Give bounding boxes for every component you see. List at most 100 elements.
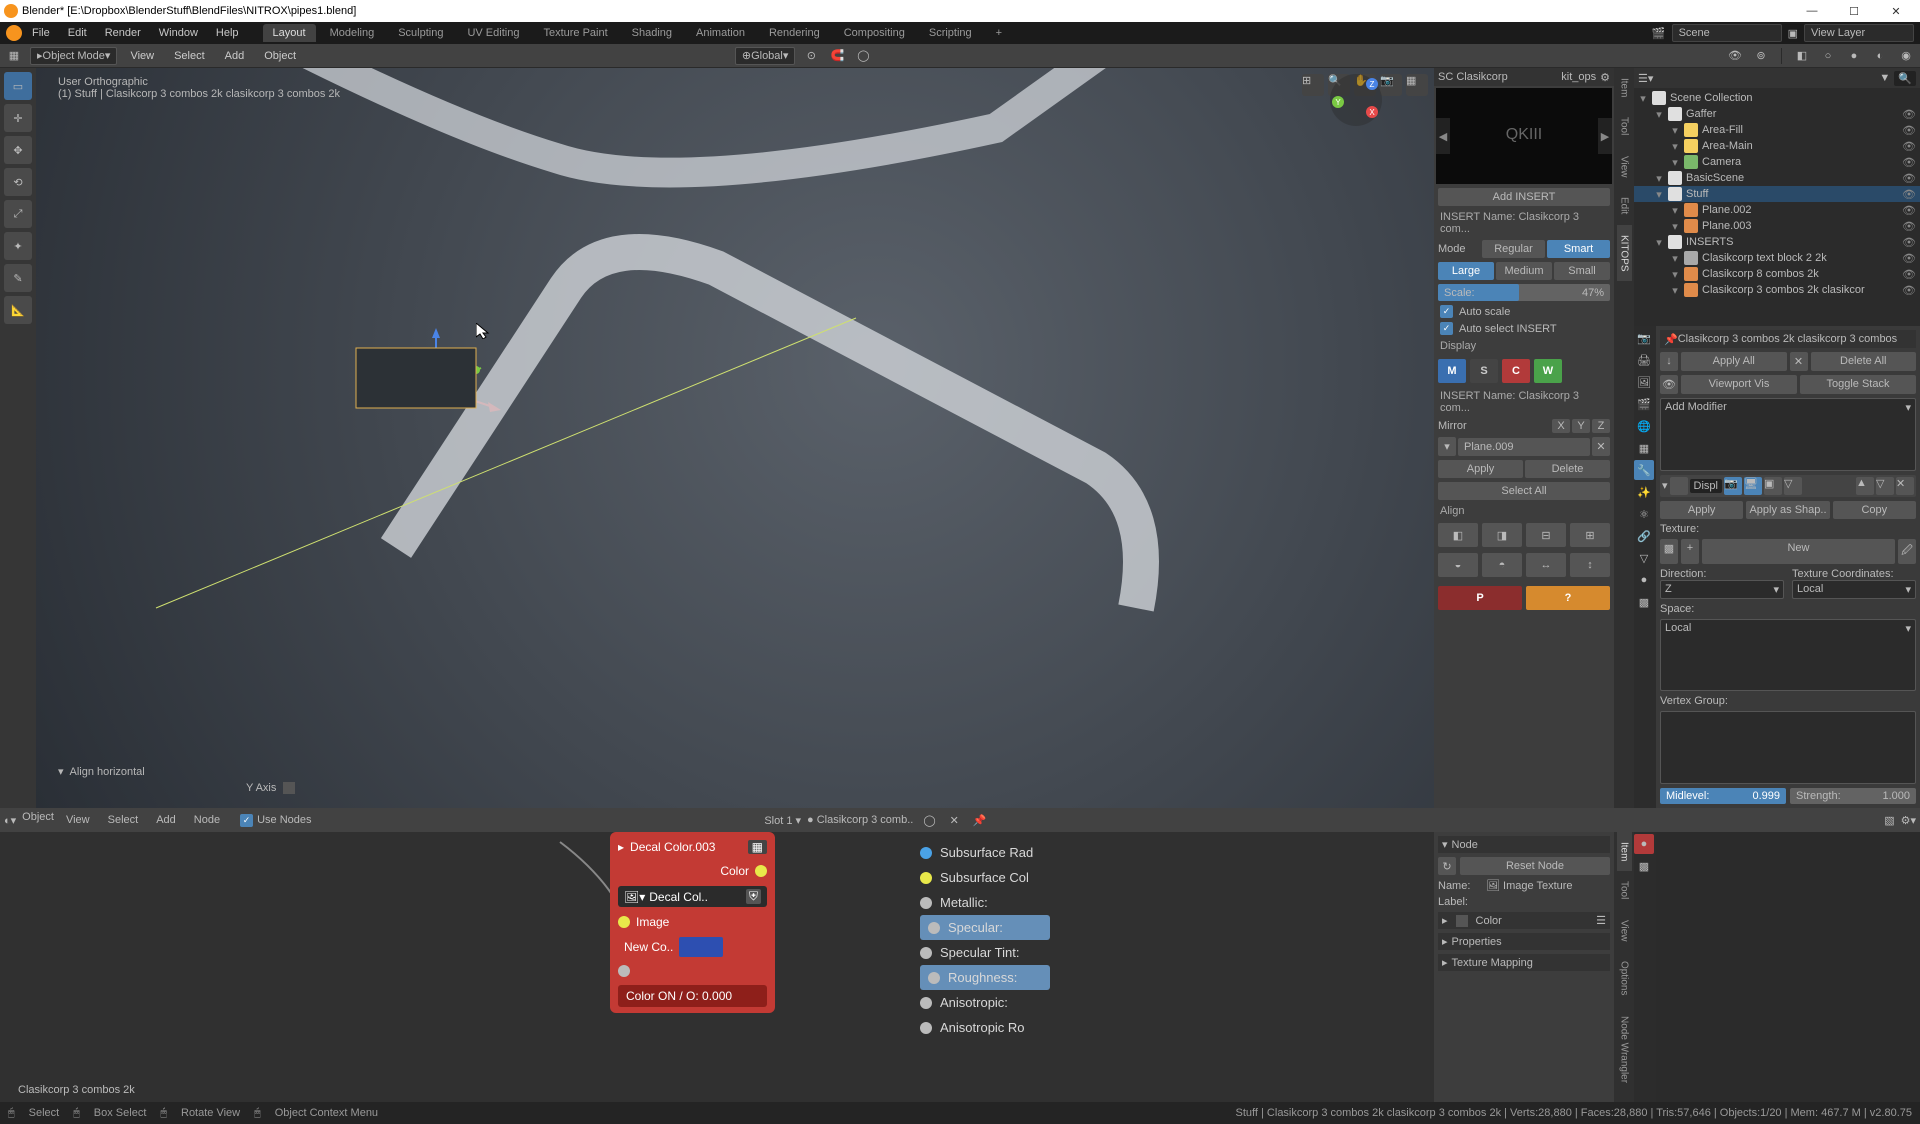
- slot-selector[interactable]: Slot 1 ▾: [764, 814, 801, 827]
- node-menu-node[interactable]: Node: [188, 814, 226, 826]
- prop-material-icon[interactable]: ●: [1634, 570, 1654, 590]
- disp-w[interactable]: W: [1534, 359, 1562, 383]
- prop-output-icon[interactable]: 🖨: [1634, 350, 1654, 370]
- outliner-item[interactable]: ▾BasicScene👁: [1634, 170, 1920, 186]
- tool-transform[interactable]: ✦: [4, 232, 32, 260]
- menu-window[interactable]: Window: [151, 25, 206, 41]
- node-editor-type-icon[interactable]: ◐▾: [4, 814, 16, 827]
- mat-users-icon[interactable]: ◯: [919, 814, 939, 827]
- prop-constraint-icon[interactable]: 🔗: [1634, 526, 1654, 546]
- outliner-item[interactable]: ▾Plane.003👁: [1634, 218, 1920, 234]
- outliner-item[interactable]: ▾Stuff👁: [1634, 186, 1920, 202]
- nntab-tool[interactable]: Tool: [1617, 871, 1632, 909]
- mod-editmode-icon[interactable]: ▣: [1764, 477, 1782, 495]
- transform-gizmo[interactable]: [406, 328, 526, 428]
- outliner-item[interactable]: ▾Gaffer👁: [1634, 106, 1920, 122]
- mat-pin-icon[interactable]: 📌: [969, 814, 991, 827]
- select-all-button[interactable]: Select All: [1438, 482, 1610, 500]
- preview-prev[interactable]: ◀: [1436, 118, 1450, 154]
- viewport-vis-button[interactable]: Viewport Vis: [1681, 375, 1797, 394]
- ntab-item[interactable]: Item: [1617, 68, 1632, 107]
- visibility-icon[interactable]: 👁: [1902, 252, 1916, 265]
- toggle-stack-button[interactable]: Toggle Stack: [1800, 375, 1916, 394]
- axis-gizmo[interactable]: Z Y X: [1328, 72, 1384, 128]
- pin-icon[interactable]: 📌: [1664, 333, 1678, 346]
- align-6[interactable]: ◓: [1482, 553, 1522, 577]
- visibility-icon[interactable]: 👁: [1902, 284, 1916, 297]
- menu-help[interactable]: Help: [208, 25, 247, 41]
- filter-icon[interactable]: ▼: [1879, 72, 1890, 84]
- p-button[interactable]: P: [1438, 586, 1522, 610]
- prop-particle-icon[interactable]: ✨: [1634, 482, 1654, 502]
- shading-solid-icon[interactable]: ●: [1844, 46, 1864, 66]
- tab-shading[interactable]: Shading: [622, 24, 682, 42]
- vis-icon[interactable]: 👁: [1660, 375, 1678, 394]
- image-name[interactable]: Decal Col..: [649, 890, 742, 904]
- newco-swatch[interactable]: [679, 937, 723, 957]
- delete-button[interactable]: Delete: [1525, 460, 1610, 478]
- mirror-y[interactable]: Y: [1572, 419, 1590, 433]
- overlay-toggle-icon[interactable]: ⊚: [1751, 46, 1771, 66]
- size-small[interactable]: Small: [1554, 262, 1610, 280]
- tool-annotate[interactable]: ✎: [4, 264, 32, 292]
- tab-sculpting[interactable]: Sculpting: [388, 24, 453, 42]
- orientation-selector[interactable]: ⊕ Global ▾: [735, 47, 796, 65]
- tex-add-icon[interactable]: +: [1681, 539, 1699, 564]
- vgroup-field[interactable]: [1660, 711, 1916, 784]
- prop-viewlayer-icon[interactable]: 🖼: [1634, 372, 1654, 392]
- mat-unlink-icon[interactable]: ✕: [946, 814, 963, 827]
- menu-view[interactable]: View: [123, 48, 161, 64]
- apply-icon[interactable]: ↓: [1660, 352, 1678, 371]
- mod-down-icon[interactable]: ▽: [1876, 477, 1894, 495]
- tab-rendering[interactable]: Rendering: [759, 24, 830, 42]
- use-nodes-checkbox[interactable]: ✓: [240, 814, 253, 827]
- shading-wire-icon[interactable]: ○: [1818, 46, 1838, 66]
- outliner-item[interactable]: ▾Area-Fill👁: [1634, 122, 1920, 138]
- image-socket-in[interactable]: [618, 916, 630, 928]
- node-menu-select[interactable]: Select: [102, 814, 145, 826]
- prop-world-icon[interactable]: 🌐: [1634, 416, 1654, 436]
- close-button[interactable]: ✕: [1876, 1, 1916, 21]
- node-name-field[interactable]: 🖼 Image Texture: [1486, 879, 1573, 892]
- visibility-icon[interactable]: 👁: [1902, 108, 1916, 121]
- align-2[interactable]: ◨: [1482, 523, 1522, 547]
- pivot-icon[interactable]: ⊙: [801, 46, 821, 66]
- kitops-preview[interactable]: ◀ QKIII ▶: [1436, 88, 1612, 184]
- delete-all-button[interactable]: Delete All: [1811, 352, 1917, 371]
- fake-user-icon[interactable]: ⛨: [746, 889, 761, 904]
- sock-metallic[interactable]: [920, 897, 932, 909]
- gear-icon[interactable]: ⚙: [1600, 71, 1610, 84]
- nav-grid-icon[interactable]: ⊞: [1302, 74, 1324, 96]
- align-4[interactable]: ⊞: [1570, 523, 1610, 547]
- tab-uv-editing[interactable]: UV Editing: [457, 24, 529, 42]
- add-modifier-dropdown[interactable]: Add Modifier▾: [1660, 398, 1916, 471]
- direction-dropdown[interactable]: Z▾: [1660, 580, 1784, 599]
- prop-physics-icon[interactable]: ⚛: [1634, 504, 1654, 524]
- outliner-item[interactable]: ▾Area-Main👁: [1634, 138, 1920, 154]
- plane-browse-icon[interactable]: ▾: [1438, 437, 1456, 456]
- nav-persp-icon[interactable]: ▦: [1406, 74, 1428, 96]
- mod-cage-icon[interactable]: ▽: [1784, 477, 1802, 495]
- preview-next[interactable]: ▶: [1598, 118, 1612, 154]
- menu-file[interactable]: File: [24, 25, 58, 41]
- disp-c[interactable]: C: [1502, 359, 1530, 383]
- 3d-viewport[interactable]: User Orthographic (1) Stuff | Clasikcorp…: [36, 68, 1434, 808]
- apply-all-button[interactable]: Apply All: [1681, 352, 1787, 371]
- menu-select[interactable]: Select: [167, 48, 212, 64]
- ntab-tool[interactable]: Tool: [1617, 107, 1632, 145]
- node-gear-icon[interactable]: ⚙▾: [1901, 814, 1916, 827]
- sock-subsurface-rad[interactable]: [920, 847, 932, 859]
- prop2-b[interactable]: ▩: [1634, 856, 1654, 876]
- align-1[interactable]: ◧: [1438, 523, 1478, 547]
- ntab-view[interactable]: View: [1617, 146, 1632, 188]
- ntab-edit[interactable]: Edit: [1617, 187, 1632, 224]
- size-medium[interactable]: Medium: [1496, 262, 1552, 280]
- mod-apply-shape-button[interactable]: Apply as Shap..: [1746, 501, 1829, 519]
- mod-name-field[interactable]: Displ: [1690, 479, 1722, 493]
- visibility-icon[interactable]: 👁: [1902, 268, 1916, 281]
- delete-icon[interactable]: ✕: [1790, 352, 1808, 371]
- align-8[interactable]: ↕: [1570, 553, 1610, 577]
- space-dropdown[interactable]: Local▾: [1660, 619, 1916, 692]
- viewlayer-selector[interactable]: View Layer: [1804, 24, 1914, 42]
- mod-render-icon[interactable]: 📷: [1724, 477, 1742, 495]
